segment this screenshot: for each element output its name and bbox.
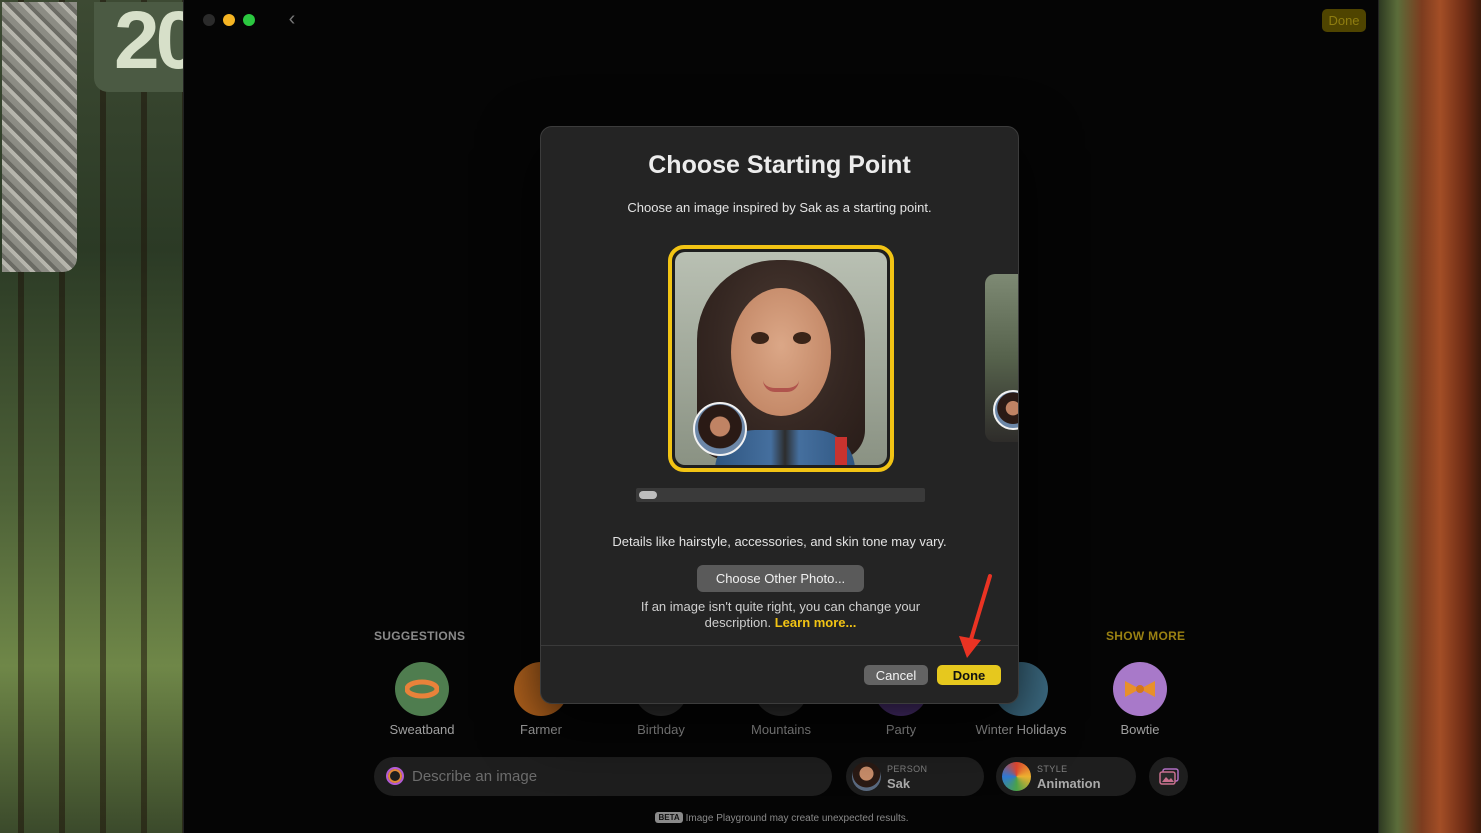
photo-widget (2, 2, 77, 272)
minimize-window-button[interactable] (223, 14, 235, 26)
person-avatar (852, 762, 881, 791)
photos-icon (1158, 767, 1179, 785)
dialog-divider (541, 645, 1018, 646)
cancel-button[interactable]: Cancel (864, 665, 928, 685)
dialog-title: Choose Starting Point (648, 151, 911, 179)
portrait-strap (835, 437, 847, 465)
window-controls (203, 14, 255, 26)
image-carousel-scrollbar[interactable] (636, 488, 925, 502)
portrait-eye (793, 332, 811, 344)
maximize-window-button[interactable] (243, 14, 255, 26)
clock-widget: 20 (94, 2, 183, 92)
generated-portrait (675, 252, 887, 465)
portrait-face (731, 288, 831, 416)
choose-starting-point-dialog: Choose Starting Point Choose an image in… (540, 126, 1019, 704)
suggestion-label: Farmer (520, 722, 562, 737)
describe-input[interactable] (412, 757, 812, 796)
person-value: Sak (887, 776, 911, 791)
wallpaper-left: 20 (0, 0, 183, 833)
photo-gallery-button[interactable] (1149, 757, 1188, 796)
style-thumbnail (1002, 762, 1031, 791)
beta-notice: BETA Image Playground may create unexpect… (184, 812, 1380, 824)
suggestion-label: Winter Holidays (975, 722, 1067, 737)
hint-text: If an image isn't quite right, you can c… (621, 599, 940, 631)
describe-field[interactable] (374, 757, 832, 796)
suggestion-label: Birthday (637, 722, 685, 737)
sparkle-icon (386, 767, 404, 785)
next-starting-image[interactable] (985, 274, 1018, 442)
done-button[interactable]: Done (937, 665, 1001, 685)
suggestion-label: Party (885, 722, 917, 737)
learn-more-link[interactable]: Learn more... (775, 615, 857, 630)
beta-badge: BETA (655, 812, 683, 823)
back-chevron-icon[interactable]: ‹ (282, 8, 302, 30)
choose-other-photo-button[interactable]: Choose Other Photo... (697, 565, 864, 592)
person-caption: PERSON (887, 764, 928, 774)
suggestion-label: Sweatband (389, 722, 455, 737)
scrollbar-knob[interactable] (639, 491, 657, 499)
sweatband-icon (395, 662, 449, 716)
suggestion-label: Bowtie (1120, 722, 1160, 737)
show-more-button[interactable]: SHOW MORE (1106, 629, 1185, 643)
suggestion-label: Mountains (751, 722, 811, 737)
portrait-eye (751, 332, 769, 344)
source-photo-avatar (993, 390, 1018, 430)
style-chip[interactable]: STYLE Animation (996, 757, 1136, 796)
style-caption: STYLE (1037, 764, 1068, 774)
person-chip[interactable]: PERSON Sak (846, 757, 984, 796)
details-text: Details like hairstyle, accessories, and… (612, 534, 947, 549)
suggestions-header: SUGGESTIONS (374, 629, 466, 643)
dialog-subtitle: Choose an image inspired by Sak as a sta… (627, 200, 932, 215)
bowtie-icon (1113, 662, 1167, 716)
beta-text: Image Playground may create unexpected r… (685, 813, 909, 824)
style-value: Animation (1037, 776, 1101, 791)
widget-text: 20 (114, 2, 183, 86)
source-photo-avatar (693, 402, 747, 456)
top-done-button[interactable]: Done (1322, 9, 1366, 32)
close-window-button[interactable] (203, 14, 215, 26)
suggestion-sweatband[interactable]: Sweatband (367, 662, 477, 737)
selected-starting-image[interactable] (668, 245, 894, 472)
wallpaper-right (1379, 0, 1481, 833)
suggestion-bowtie[interactable]: Bowtie (1085, 662, 1195, 737)
